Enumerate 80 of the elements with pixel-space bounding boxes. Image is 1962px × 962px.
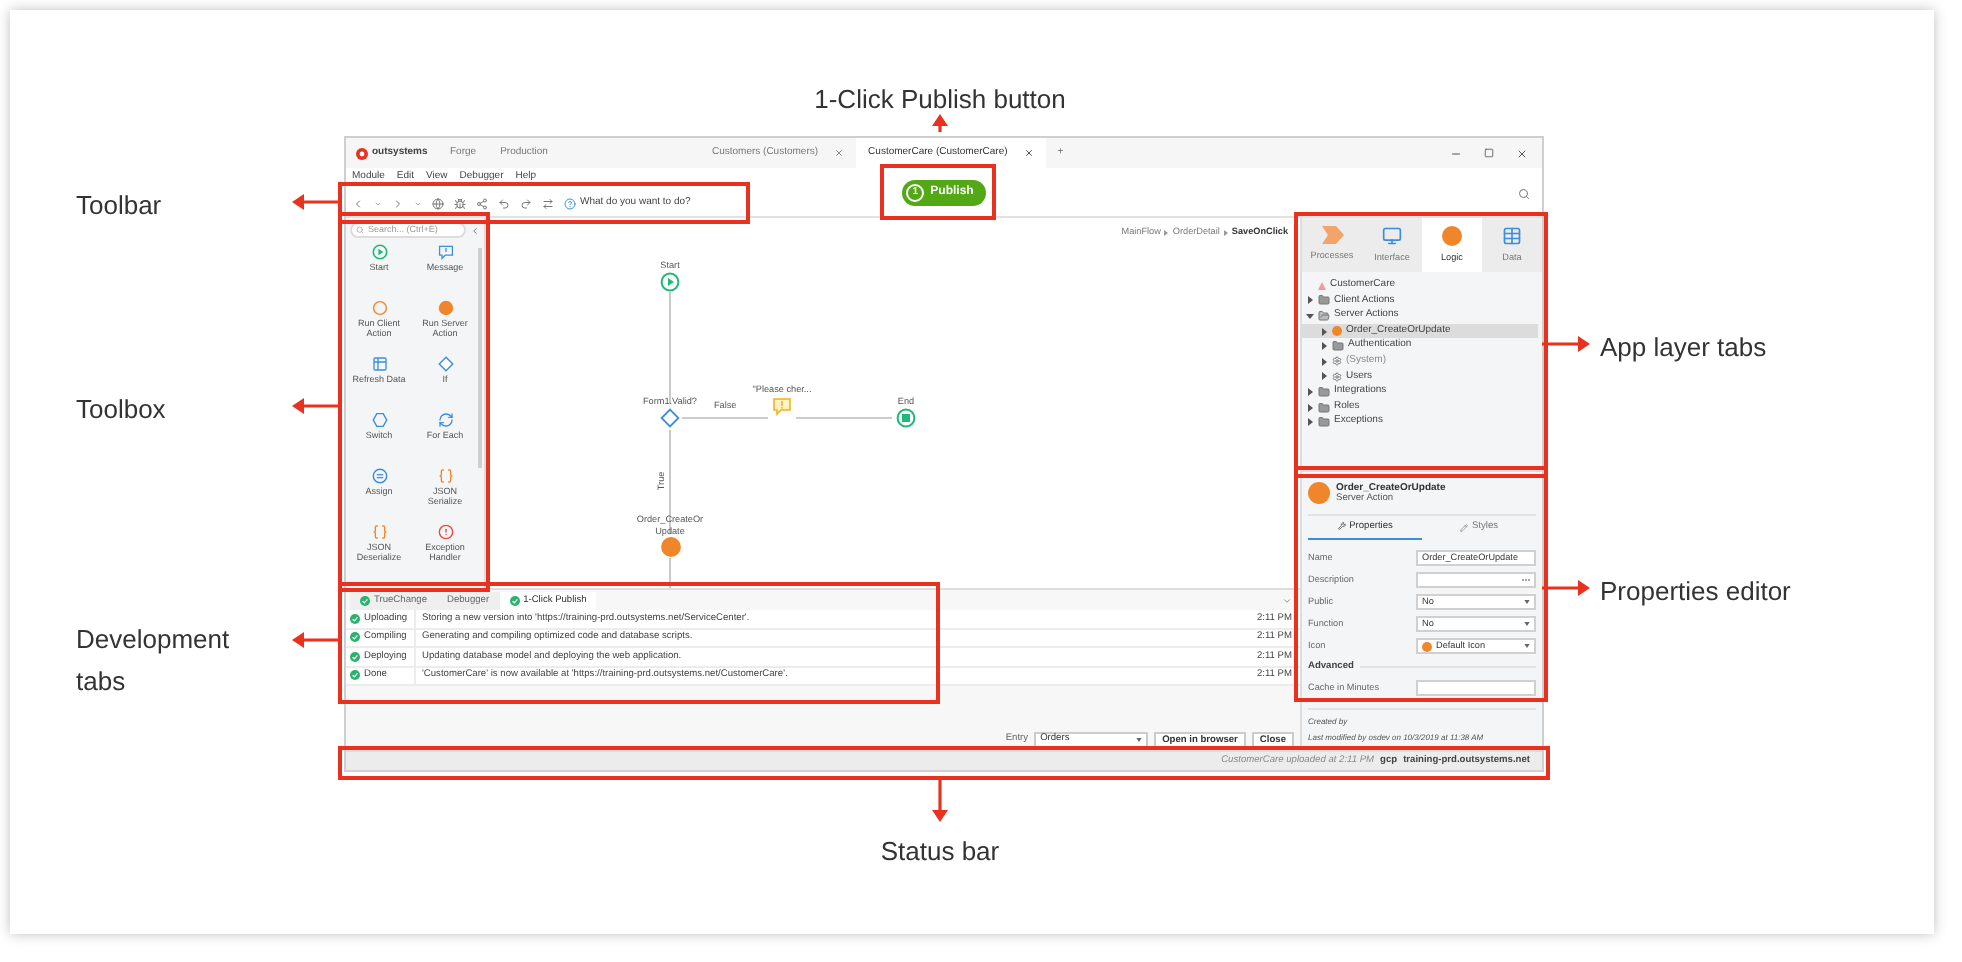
back-icon[interactable] [352,197,364,209]
play-circle-icon [371,244,387,260]
callout-label: Toolbar [76,188,164,224]
filled-circle-icon [1422,641,1432,652]
pointer-arrow [292,194,342,210]
chevron-shape-icon [1321,226,1343,245]
folder-icon [1332,340,1344,353]
stop-circle-icon [896,407,916,427]
forward-icon[interactable] [392,197,404,209]
logo-icon [356,147,368,159]
filled-circle-icon [659,536,681,558]
callout-label: Development tabs [76,622,232,700]
bug-icon[interactable] [454,197,466,209]
equals-circle-icon [371,468,387,484]
grid-icon [1502,225,1522,246]
callout-label: Toolbox [76,392,168,428]
pointer-arrow [1542,336,1590,352]
gear-icon [1332,371,1342,382]
redo-icon[interactable] [520,197,532,209]
folder-icon [1318,385,1330,398]
table-refresh-icon [371,356,387,372]
flow-connector [669,557,671,588]
caret-down-icon [1136,737,1143,741]
pencil-icon [1459,523,1468,532]
diamond-icon [660,407,680,427]
check-circle-icon [360,596,370,606]
play-circle-icon [660,271,680,291]
search-icon [356,226,364,234]
pointer-arrow [1542,580,1590,596]
caret-down-icon [1524,600,1530,605]
gear-icon [1332,356,1342,367]
compare-icon[interactable] [542,197,554,209]
text-field[interactable] [1416,572,1536,589]
flow-connector [795,417,893,419]
module-icon [1318,281,1326,290]
loop-icon [437,412,453,428]
close-icon[interactable] [1516,147,1528,159]
callout-label: Status bar [878,834,1002,870]
caret-down-icon [1524,644,1530,649]
callout-label: Properties editor [1600,574,1793,610]
text-field[interactable] [1416,680,1536,697]
caret-right-icon [1164,229,1169,236]
collapse-icon[interactable] [470,225,480,235]
circle-icon [371,300,387,316]
share-icon[interactable] [476,197,488,209]
pointer-arrow [932,776,948,822]
diamond-icon [437,356,453,372]
check-circle-icon [509,596,520,606]
json-icon [371,524,387,540]
highlight-frame [880,164,996,220]
filled-circle-icon [1332,326,1342,337]
undo-icon[interactable] [498,197,510,209]
maximize-icon[interactable] [1484,148,1494,158]
flow-connector [669,429,671,535]
flow-connector [681,417,769,419]
json-icon [437,468,453,484]
caret-down-icon [1524,622,1530,627]
monitor-icon [1382,225,1402,246]
message-icon [437,244,453,260]
pointer-arrow [292,398,342,414]
hexagon-icon [371,412,387,428]
caret-down-icon [1306,311,1314,320]
help-icon [564,197,576,209]
search-icon[interactable] [1518,187,1530,199]
message-icon [772,395,792,415]
filled-circle-icon [1308,482,1330,505]
wrench-icon [1337,522,1346,531]
chevron-down-icon[interactable] [1282,596,1292,606]
globe-icon[interactable] [432,197,444,209]
callout-label: 1-Click Publish button [812,82,1068,118]
filled-circle-icon [437,300,453,316]
flow-connector [669,291,671,405]
caret-right-icon [1223,229,1228,236]
pointer-arrow [292,632,342,648]
filled-circle-icon [1442,225,1462,246]
pointer-arrow [932,114,948,132]
alert-icon [437,524,453,540]
caret-right-icon [1306,296,1314,305]
callout-label: App layer tabs [1600,330,1769,366]
minimize-icon[interactable] [1450,147,1462,159]
